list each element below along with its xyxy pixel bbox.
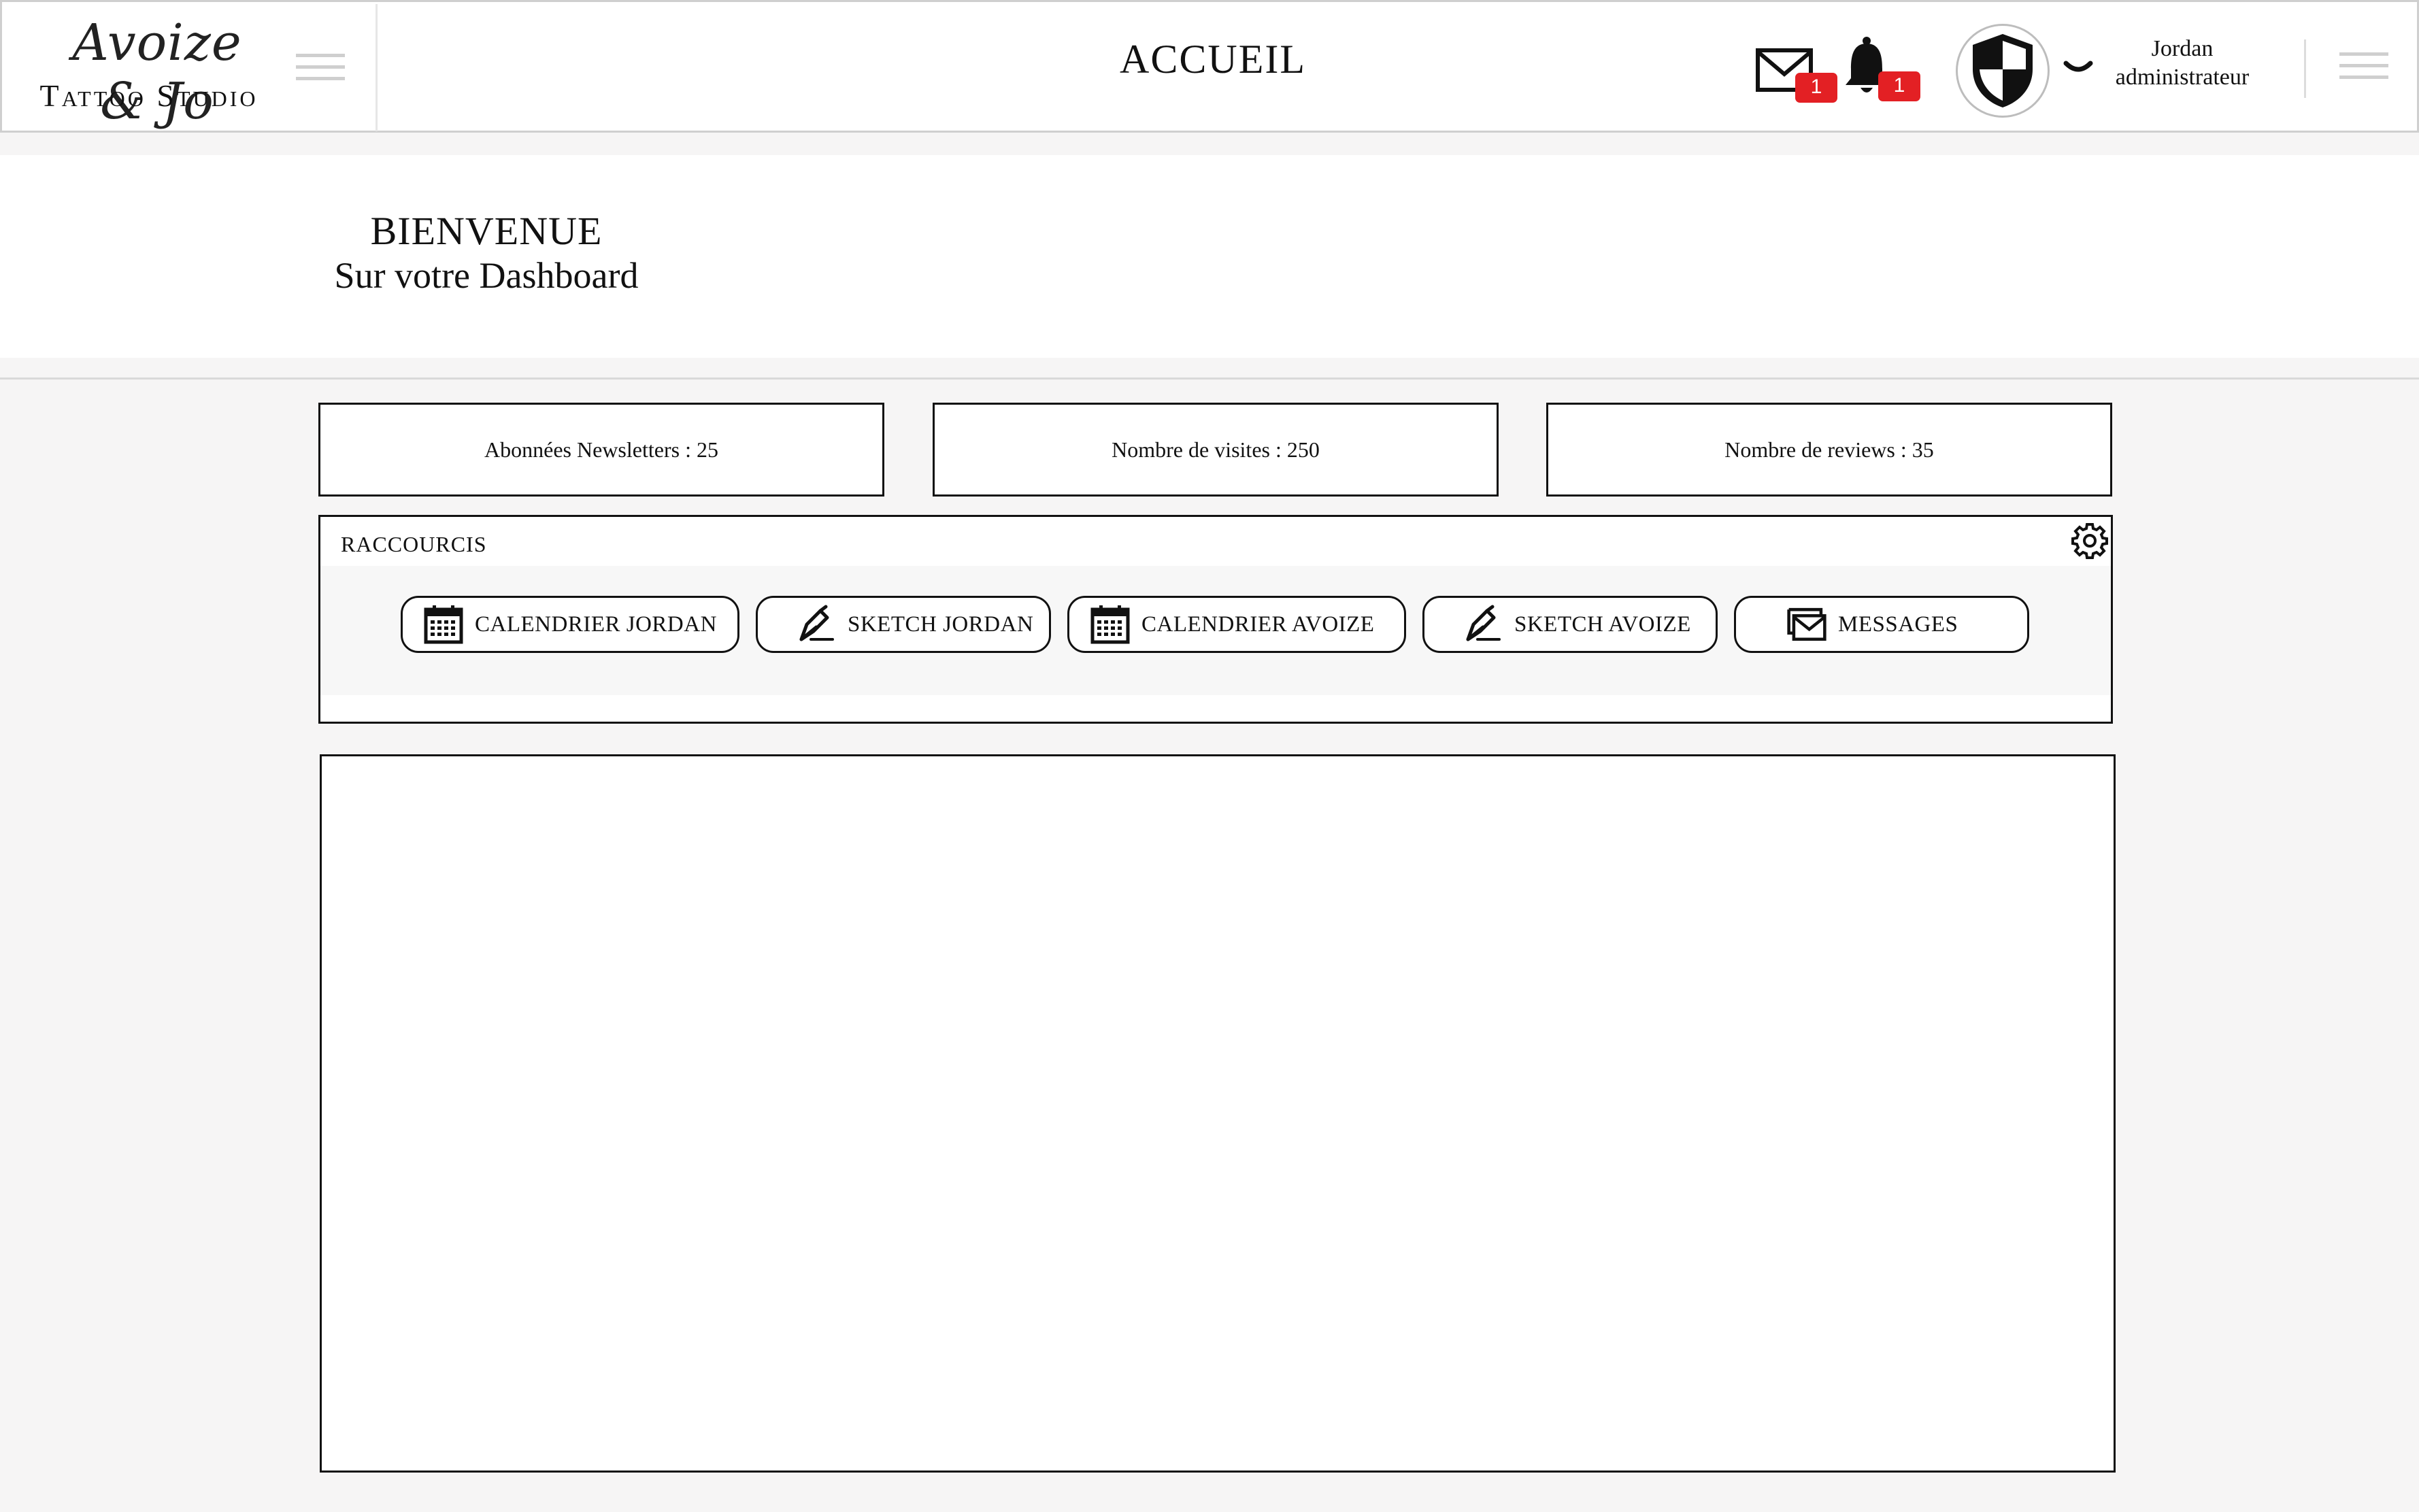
pen-icon (799, 605, 834, 641)
stat-card-newsletter: Abonnées Newsletters : 25 (318, 403, 884, 497)
stat-label: Nombre de reviews : 35 (1724, 437, 1934, 462)
user-info[interactable]: Jordan administrateur (2097, 35, 2267, 92)
pen-icon (1466, 605, 1501, 641)
shortcut-calendar-jordan[interactable]: CALENDRIER JORDAN (401, 596, 739, 653)
calendar-icon (424, 605, 463, 644)
shortcuts-panel: RACCOURCIS CALENDRIER JORDAN SKETCH JORD… (318, 515, 2113, 724)
stat-label: Abonnées Newsletters : 25 (484, 437, 718, 462)
user-name: Jordan (2151, 36, 2214, 61)
shortcut-messages[interactable]: MESSAGES (1734, 596, 2029, 653)
brand-studio-name: Tattoo Studio (39, 78, 258, 113)
user-avatar[interactable] (1956, 24, 2050, 118)
calendar-icon (1090, 605, 1130, 644)
stat-label: Nombre de visites : 250 (1112, 437, 1320, 462)
welcome-title: BIENVENUE (370, 209, 603, 253)
shortcut-label: CALENDRIER AVOIZE (1141, 611, 1375, 637)
notifications-button[interactable]: 1 (1841, 36, 1923, 104)
shortcut-sketch-avoize[interactable]: SKETCH AVOIZE (1422, 596, 1718, 653)
welcome-banner: BIENVENUE Sur votre Dashboard (0, 155, 2419, 358)
shortcut-label: MESSAGES (1838, 611, 1958, 637)
shortcut-label: SKETCH JORDAN (848, 611, 1034, 637)
options-menu-icon[interactable] (2339, 52, 2388, 80)
welcome-subtitle: Sur votre Dashboard (334, 255, 639, 296)
section-divider (0, 377, 2419, 380)
shortcut-label: SKETCH AVOIZE (1514, 611, 1691, 637)
messages-badge: 1 (1795, 73, 1837, 103)
shortcut-calendar-avoize[interactable]: CALENDRIER AVOIZE (1067, 596, 1406, 653)
header-divider (2304, 39, 2306, 98)
top-header: Avoize & Jo Tattoo Studio ACCUEIL 1 1 Jo… (0, 0, 2419, 133)
chevron-down-icon[interactable] (2063, 58, 2093, 78)
page-title: ACCUEIL (1120, 37, 1306, 82)
stat-card-visits: Nombre de visites : 250 (933, 403, 1499, 497)
stat-card-reviews: Nombre de reviews : 35 (1546, 403, 2112, 497)
shortcut-sketch-jordan[interactable]: SKETCH JORDAN (756, 596, 1051, 653)
notifications-badge: 1 (1878, 71, 1920, 101)
shield-icon (1973, 34, 2033, 107)
shortcut-label: CALENDRIER JORDAN (475, 611, 717, 637)
main-content-panel (320, 754, 2116, 1473)
messages-button[interactable]: 1 (1756, 46, 1840, 104)
shortcuts-list: CALENDRIER JORDAN SKETCH JORDAN CALENDRI… (320, 566, 2111, 695)
sidebar-toggle-menu-icon[interactable] (296, 54, 345, 81)
messages-icon (1787, 607, 1826, 641)
gear-icon[interactable] (2070, 521, 2109, 560)
user-role: administrateur (2115, 65, 2250, 90)
shortcuts-title: RACCOURCIS (341, 532, 487, 556)
